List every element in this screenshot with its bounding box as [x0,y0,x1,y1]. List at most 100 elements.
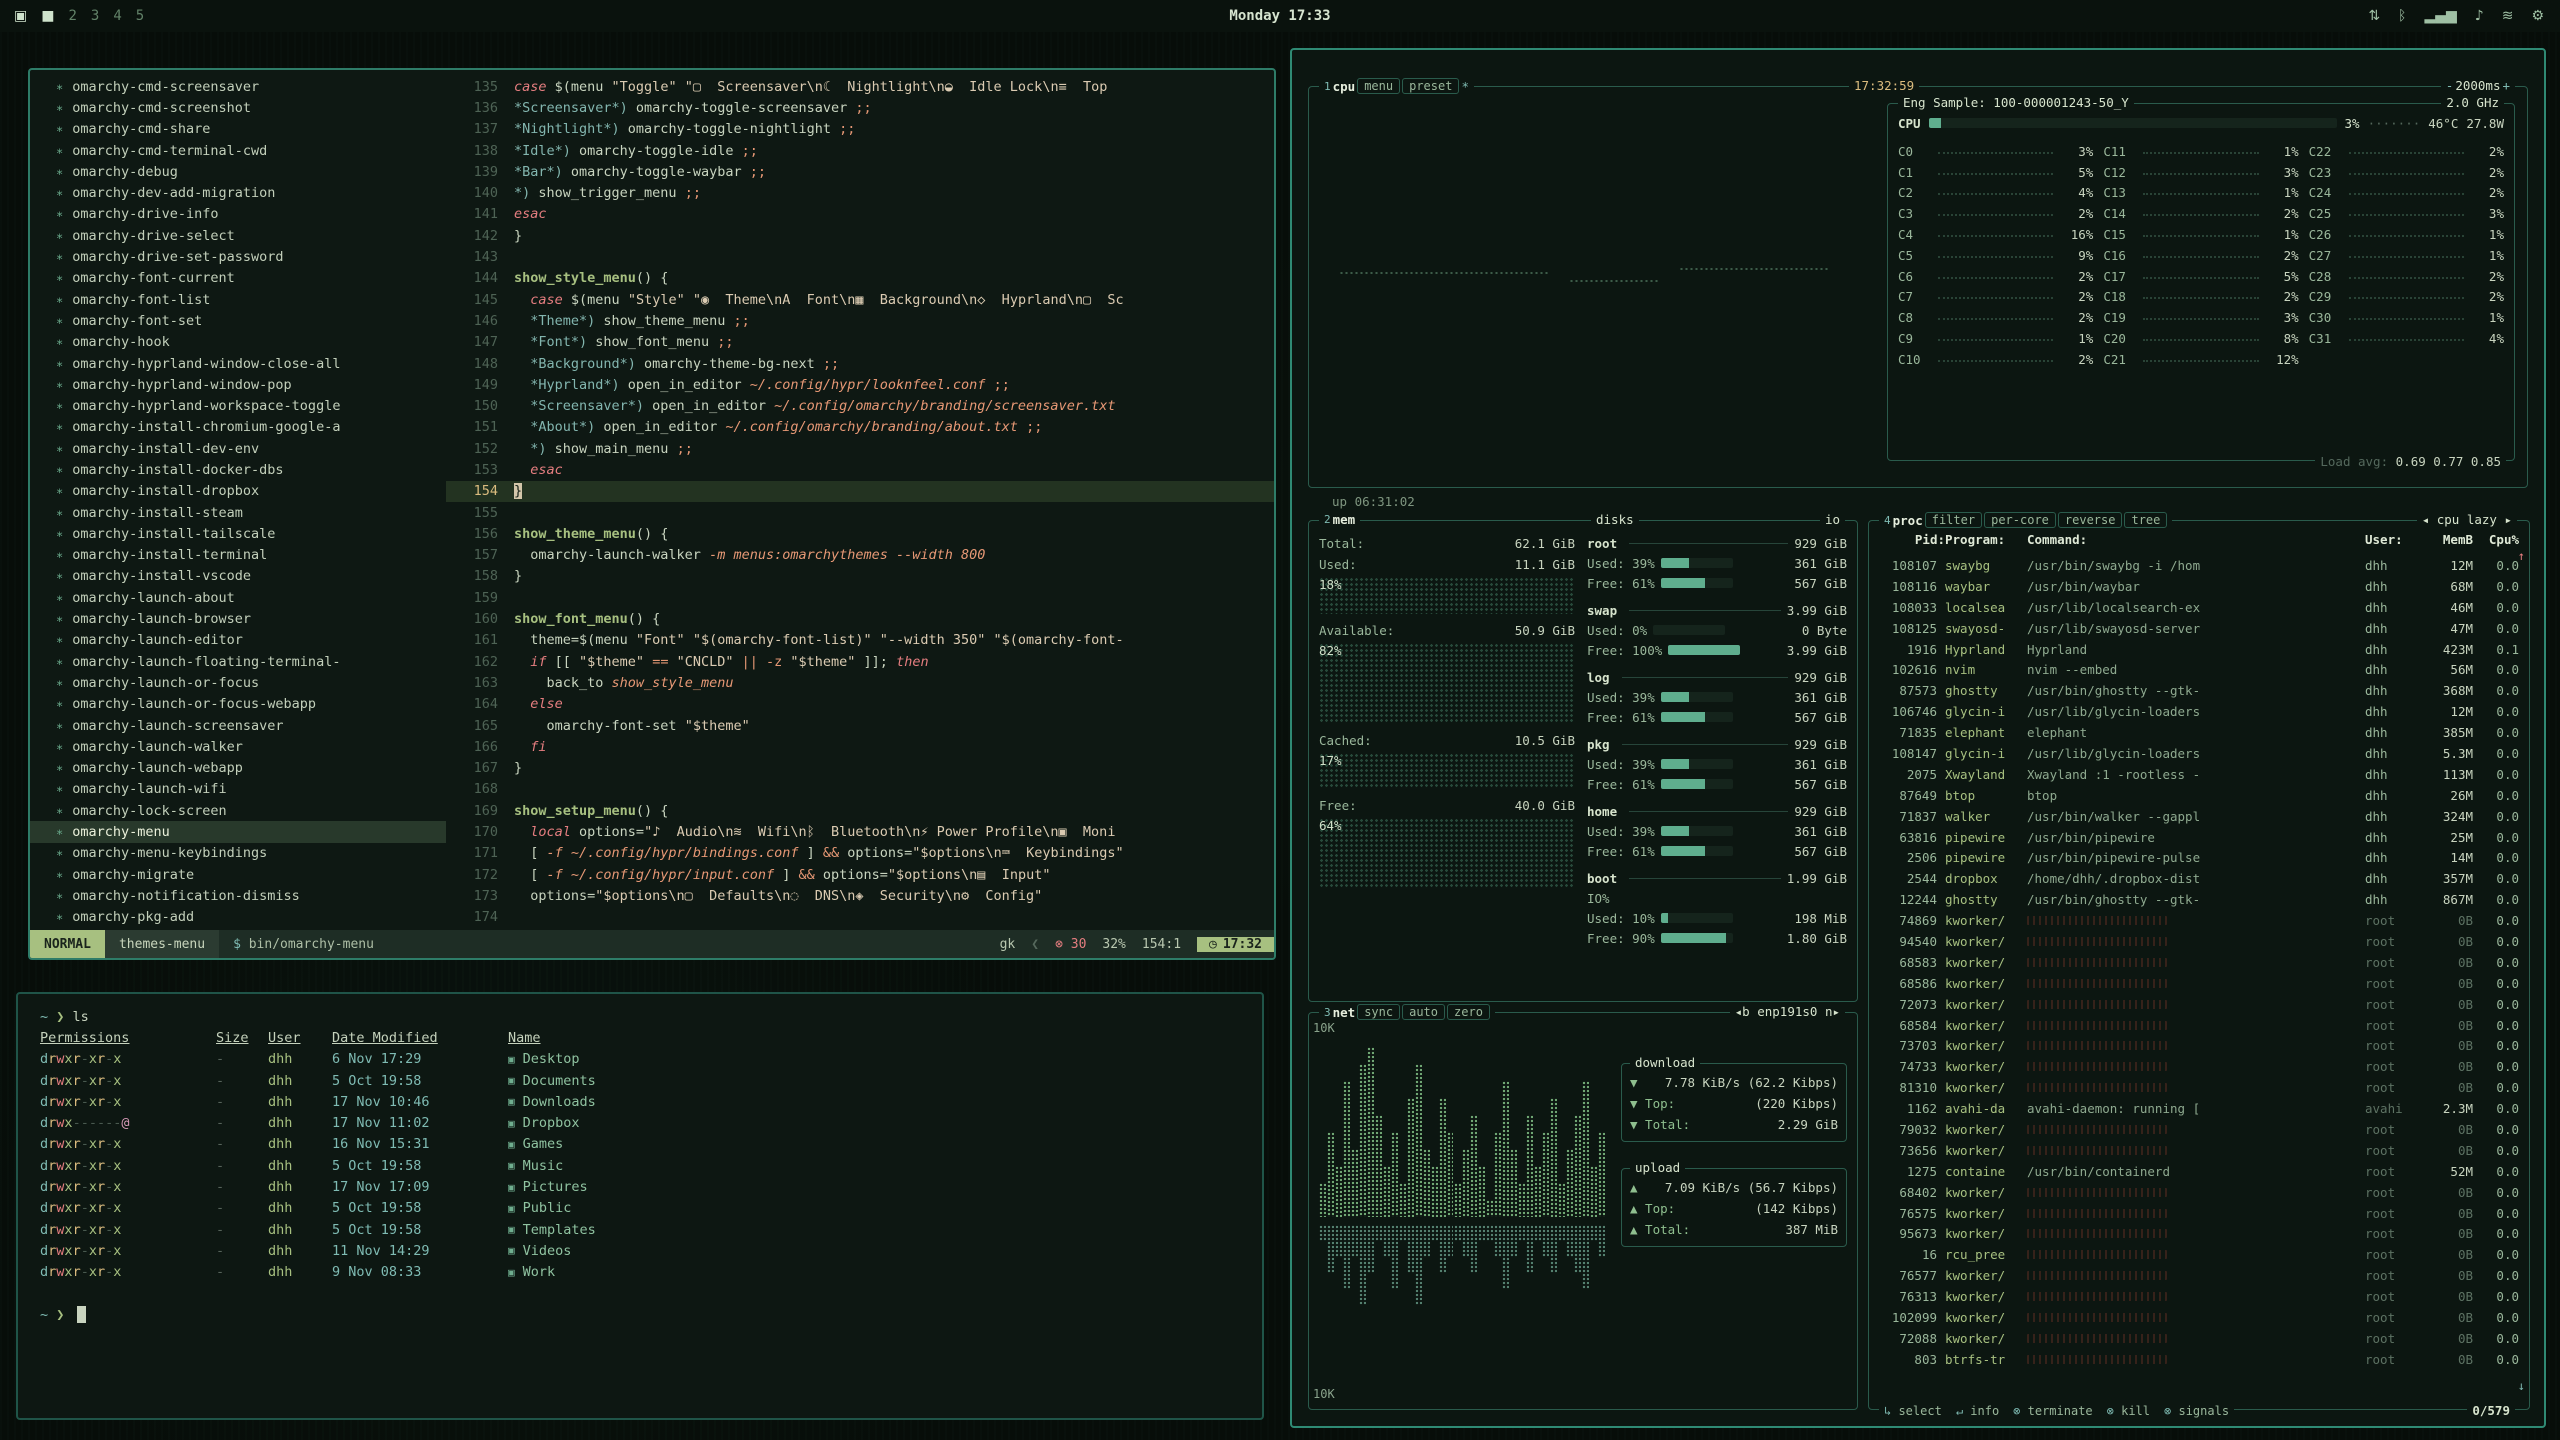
process-row[interactable]: 79032kworker/root0B0.0 [1879,1119,2519,1140]
process-row[interactable]: 12244ghostty/usr/bin/ghostty --gtk-dhh86… [1879,889,2519,910]
code-line[interactable]: 171 [ -f ~/.config/hypr/bindings.conf ] … [446,843,1274,864]
tree-button[interactable]: tree [2124,512,2167,528]
file-item[interactable]: ∗omarchy-cmd-screenshot [30,97,446,118]
process-row[interactable]: 102099kworker/root0B0.0 [1879,1307,2519,1328]
code-line[interactable]: 160show_font_menu() { [446,608,1274,629]
cpu-box-title[interactable]: cpu [1333,79,1356,94]
scroll-down-icon[interactable]: ↓ [2518,1379,2525,1393]
code-line[interactable]: 137*Nightlight*) omarchy-toggle-nightlig… [446,119,1274,140]
code-line[interactable]: 136*Screensaver*) omarchy-toggle-screens… [446,97,1274,118]
file-item[interactable]: ∗omarchy-launch-wifi [30,779,446,800]
file-item[interactable]: ∗omarchy-launch-about [30,587,446,608]
zero-button[interactable]: zero [1447,1004,1490,1020]
process-row[interactable]: 2075XwaylandXwayland :1 -rootless -dhh11… [1879,764,2519,785]
code-line[interactable]: 164 else [446,694,1274,715]
code-line[interactable]: 163 back_to show_style_menu [446,672,1274,693]
file-item[interactable]: ∗omarchy-lock-screen [30,800,446,821]
code-line[interactable]: 149 *Hyprland*) open_in_editor ~/.config… [446,374,1274,395]
code-line[interactable]: 145 case $(menu "Style" "◉ Theme\nA Font… [446,289,1274,310]
code-line[interactable]: 141esac [446,204,1274,225]
signals-action[interactable]: ⊗ signals [2164,1404,2229,1418]
process-row[interactable]: 76577kworker/root0B0.0 [1879,1265,2519,1286]
settings-icon[interactable]: ⚙ [2531,8,2544,24]
process-row[interactable]: 102616nvimnvim --embeddhh56M0.0 [1879,659,2519,680]
process-row[interactable]: 87573ghostty/usr/bin/ghostty --gtk-dhh36… [1879,680,2519,701]
net-interface[interactable]: ◂b enp191s0 n▸ [1730,1004,1845,1019]
file-item[interactable]: ∗omarchy-drive-set-password [30,246,446,267]
file-item[interactable]: ∗omarchy-install-dropbox [30,481,446,502]
proc-column-memb[interactable]: MemB [2421,532,2473,547]
code-line[interactable]: 135case $(menu "Toggle" "▢ Screensaver\n… [446,76,1274,97]
code-line[interactable]: 142} [446,225,1274,246]
process-row[interactable]: 68586kworker/root0B0.0 [1879,973,2519,994]
file-item[interactable]: ∗omarchy-launch-floating-terminal- [30,651,446,672]
file-item[interactable]: ∗omarchy-install-steam [30,502,446,523]
proc-column-cpu[interactable]: Cpu% [2473,532,2519,547]
net-box-title[interactable]: net [1333,1005,1356,1020]
file-item[interactable]: ∗omarchy-migrate [30,864,446,885]
process-row[interactable]: 81310kworker/root0B0.0 [1879,1077,2519,1098]
file-item[interactable]: ∗omarchy-cmd-terminal-cwd [30,140,446,161]
code-line[interactable]: 147 *Font*) show_font_menu ;; [446,332,1274,353]
process-row[interactable]: 1916HyprlandHyprlanddhh423M0.1 [1879,639,2519,660]
process-row[interactable]: 1275containe/usr/bin/containerdroot52M0.… [1879,1161,2519,1182]
file-item[interactable]: ∗omarchy-menu [30,821,446,842]
file-item[interactable]: ∗omarchy-notification-dismiss [30,885,446,906]
system-tray[interactable]: ⇅ᛒ▂▄▆♪≋⚙ [2368,8,2560,24]
file-item[interactable]: ∗omarchy-dev-add-migration [30,182,446,203]
process-row[interactable]: 71835elephantelephantdhh385M0.0 [1879,722,2519,743]
code-line[interactable]: 166 fi [446,736,1274,757]
volume-icon[interactable]: ♪ [2475,8,2484,24]
preset-button[interactable]: preset [1402,78,1459,94]
process-row[interactable]: 94540kworker/root0B0.0 [1879,931,2519,952]
proc-sort-mode[interactable]: ◂ cpu lazy ▸ [2417,512,2517,527]
terminate-action[interactable]: ⊗ terminate [2013,1404,2092,1418]
info-action[interactable]: ↵ info [1956,1404,1999,1418]
wifi-icon[interactable]: ≋ [2502,8,2514,24]
process-row[interactable]: 68583kworker/root0B0.0 [1879,952,2519,973]
code-line[interactable]: 138*Idle*) omarchy-toggle-idle ;; [446,140,1274,161]
process-row[interactable]: 68584kworker/root0B0.0 [1879,1015,2519,1036]
mem-box-title[interactable]: mem [1333,512,1356,527]
file-item[interactable]: ∗omarchy-font-list [30,289,446,310]
process-row[interactable]: 803btrfs-trroot0B0.0 [1879,1349,2519,1370]
process-row[interactable]: 72073kworker/root0B0.0 [1879,994,2519,1015]
process-row[interactable]: 108125swayosd-/usr/lib/swayosd-serverdhh… [1879,618,2519,639]
sync-button[interactable]: sync [1357,1004,1400,1020]
file-item[interactable]: ∗omarchy-font-current [30,268,446,289]
file-item[interactable]: ∗omarchy-launch-walker [30,736,446,757]
bluetooth-icon[interactable]: ᛒ [2398,8,2406,24]
process-row[interactable]: 108107swaybg/usr/bin/swaybg -i /homdhh12… [1879,555,2519,576]
code-line[interactable]: 152 *) show_main_menu ;; [446,438,1274,459]
code-line[interactable]: 146 *Theme*) show_theme_menu ;; [446,310,1274,331]
code-line[interactable]: 155 [446,502,1274,523]
process-row[interactable]: 108147glycin-i/usr/lib/glycin-loadersdhh… [1879,743,2519,764]
code-line[interactable]: 153 esac [446,459,1274,480]
file-item[interactable]: ∗omarchy-hyprland-window-pop [30,374,446,395]
code-line[interactable]: 150 *Screensaver*) open_in_editor ~/.con… [446,395,1274,416]
file-item[interactable]: ∗omarchy-drive-select [30,225,446,246]
file-item[interactable]: ∗omarchy-font-set [30,310,446,331]
process-row[interactable]: 76575kworker/root0B0.0 [1879,1203,2519,1224]
file-item[interactable]: ∗omarchy-hyprland-window-close-all [30,353,446,374]
process-row[interactable]: 108116waybar/usr/bin/waybardhh68M0.0 [1879,576,2519,597]
code-line[interactable]: 168 [446,779,1274,800]
file-item[interactable]: ∗omarchy-drive-info [30,204,446,225]
code-line[interactable]: 156show_theme_menu() { [446,523,1274,544]
process-row[interactable]: 74733kworker/root0B0.0 [1879,1056,2519,1077]
code-line[interactable]: 169show_setup_menu() { [446,800,1274,821]
code-line[interactable]: 161 theme=$(menu "Font" "$(omarchy-font-… [446,630,1274,651]
process-row[interactable]: 72088kworker/root0B0.0 [1879,1328,2519,1349]
code-line[interactable]: 158} [446,566,1274,587]
file-item[interactable]: ∗omarchy-install-vscode [30,566,446,587]
io-label[interactable]: io [1820,512,1845,527]
file-pane[interactable]: ∗omarchy-cmd-screensaver∗omarchy-cmd-scr… [30,70,446,930]
select-action[interactable]: ↳ select [1884,1404,1942,1418]
file-item[interactable]: ∗omarchy-launch-editor [30,630,446,651]
chart-icon[interactable]: ▂▄▆ [2424,8,2456,24]
code-line[interactable]: 167} [446,758,1274,779]
process-row[interactable]: 16rcu_preeroot0B0.0 [1879,1244,2519,1265]
file-item[interactable]: ∗omarchy-launch-browser [30,608,446,629]
file-item[interactable]: ∗omarchy-launch-or-focus [30,672,446,693]
process-row[interactable]: 87649btopbtopdhh26M0.0 [1879,785,2519,806]
